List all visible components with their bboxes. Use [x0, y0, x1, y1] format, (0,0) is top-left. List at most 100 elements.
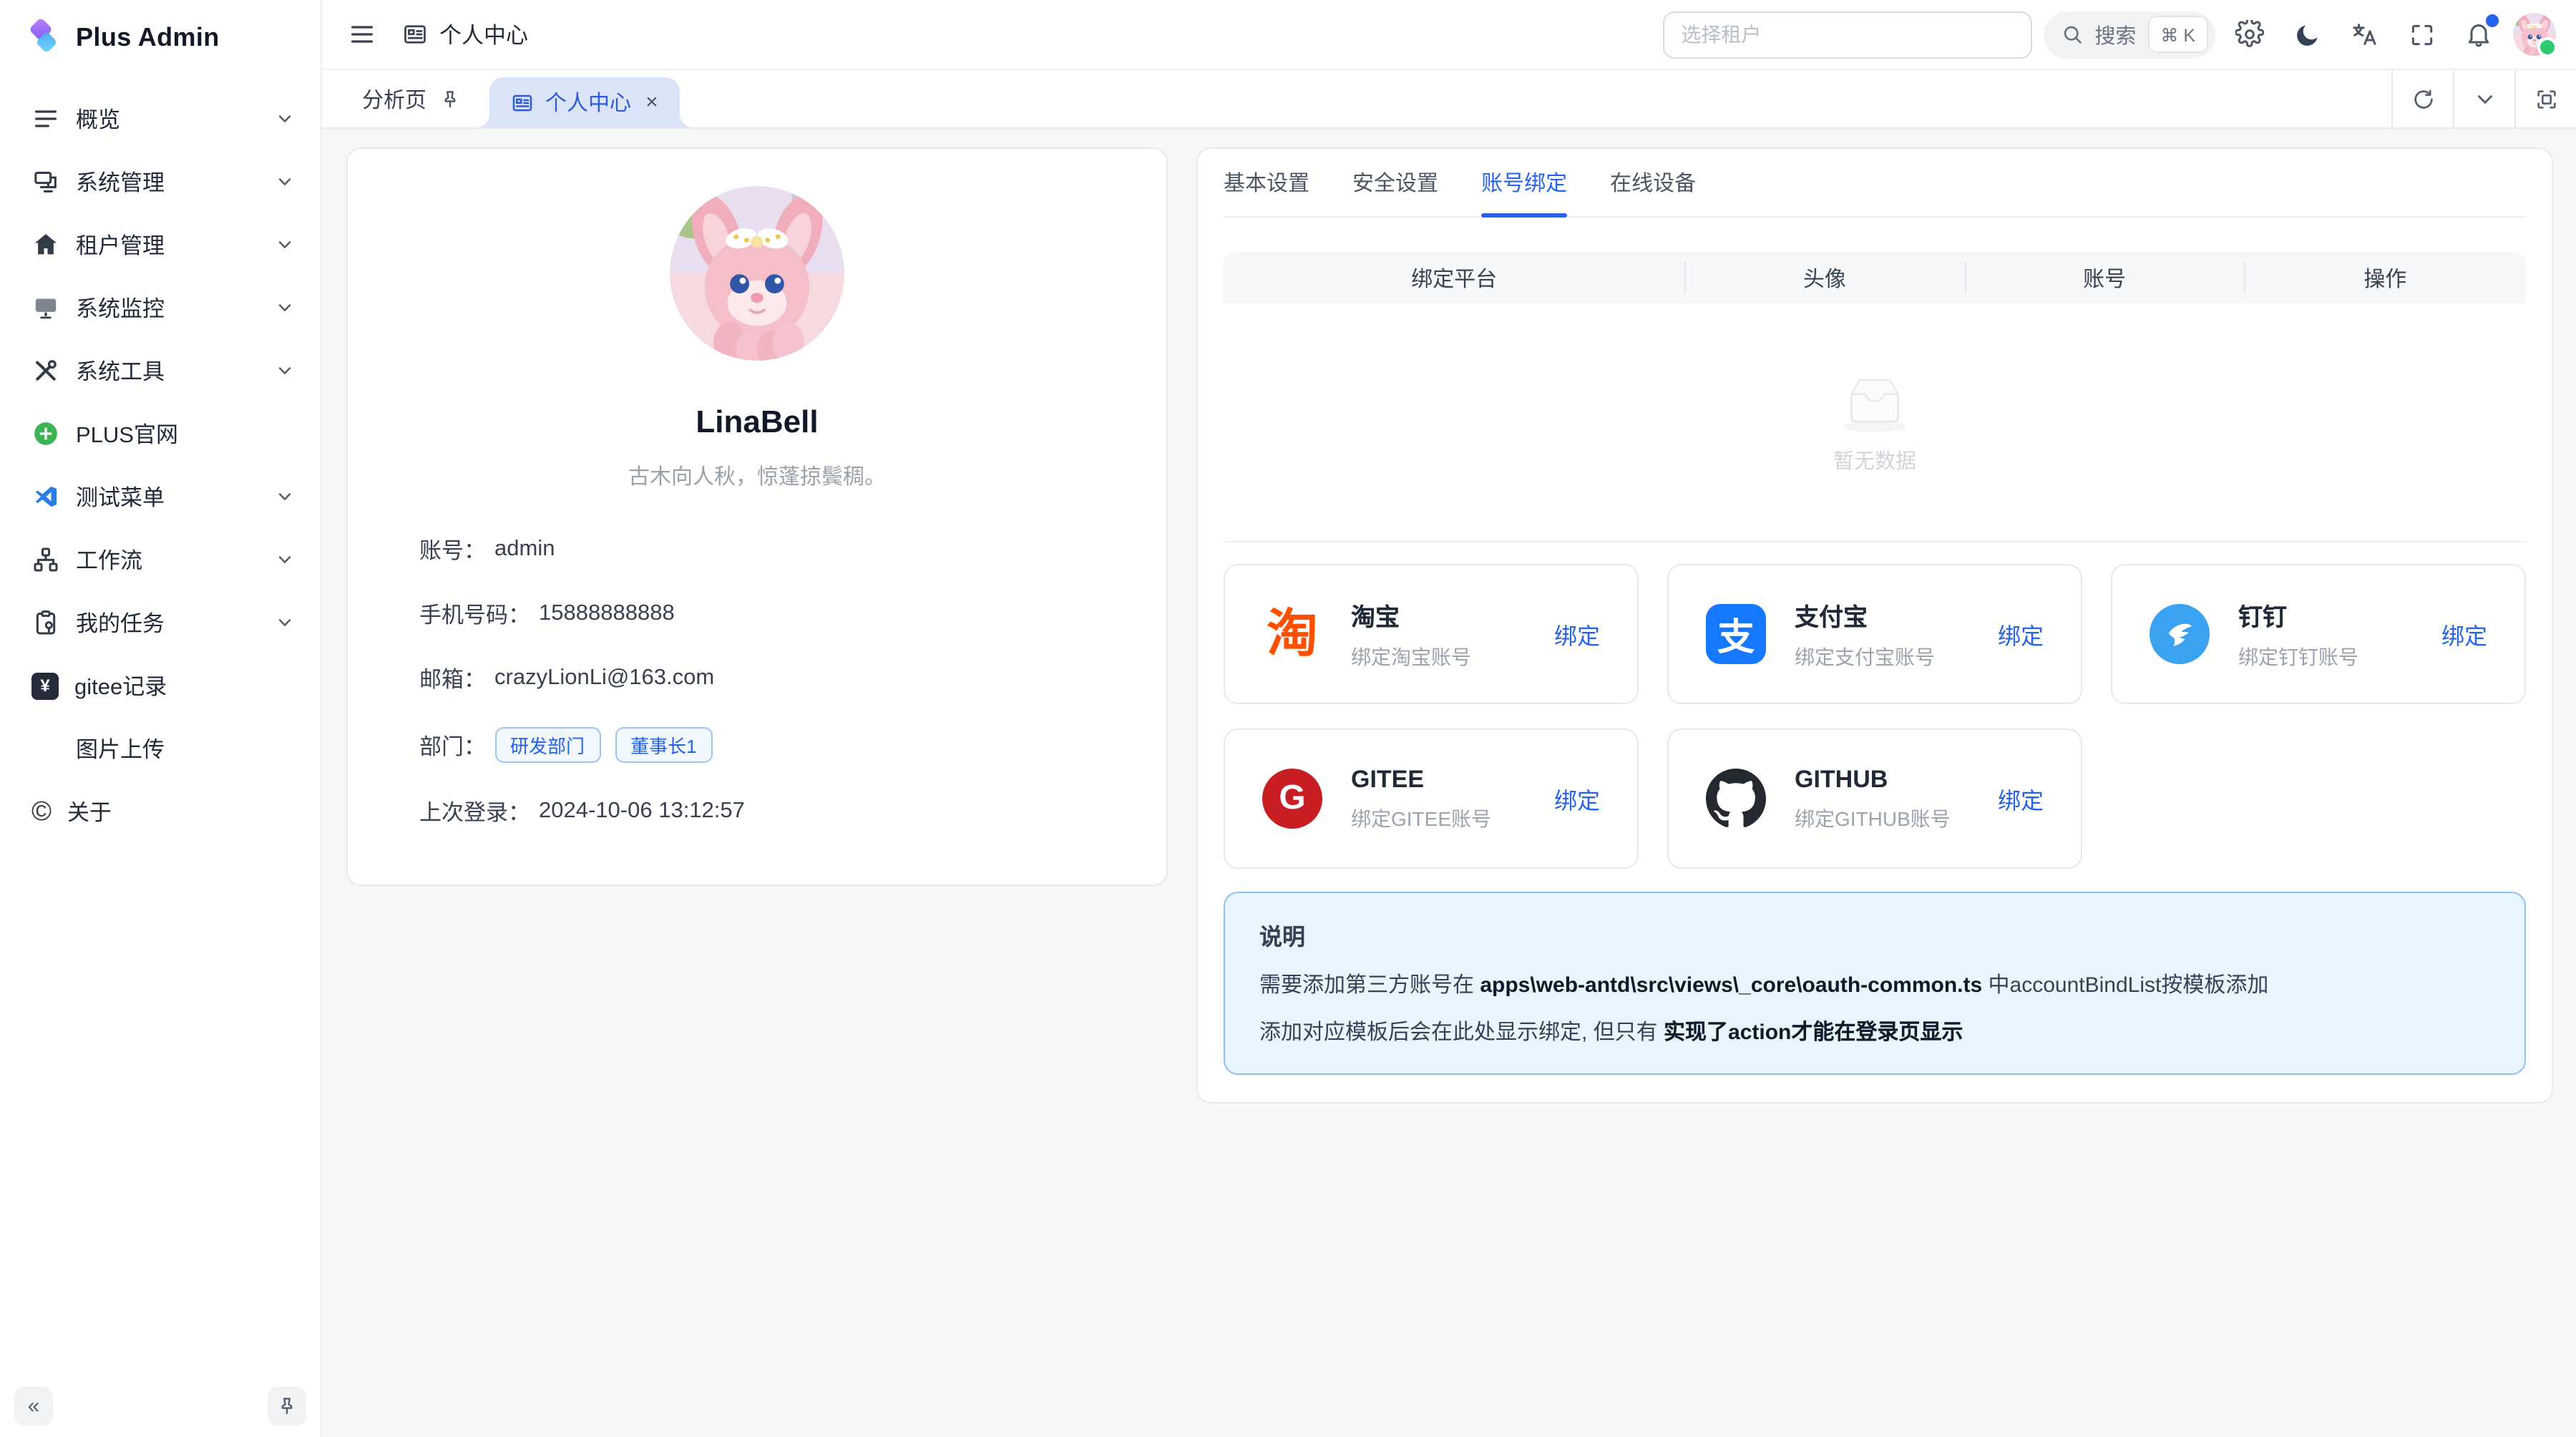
tabs-menu-button[interactable] — [2453, 70, 2514, 127]
sidebar-item-tenant-manage[interactable]: 租户管理 — [17, 218, 306, 272]
chevron-down-icon — [275, 613, 295, 633]
alipay-icon: 支 — [1706, 604, 1766, 664]
maximize-button[interactable] — [2514, 70, 2576, 127]
notification-badge — [2486, 14, 2499, 27]
fullscreen-button[interactable] — [2399, 11, 2444, 57]
moon-icon — [2293, 21, 2321, 48]
binding-table-header: 绑定平台 头像 账号 操作 — [1224, 252, 2526, 303]
tab-account-binding[interactable]: 账号绑定 — [1481, 149, 1567, 216]
sidebar-item-system-monitor[interactable]: 系统监控 — [17, 281, 306, 335]
system-manage-icon — [31, 167, 60, 196]
breadcrumb-label: 个人中心 — [439, 19, 528, 50]
tab-security-settings[interactable]: 安全设置 — [1352, 149, 1438, 216]
profile-motto: 古木向人秋，惊蓬掠鬓稠。 — [391, 461, 1123, 491]
dark-mode-button[interactable] — [2284, 11, 2330, 57]
search-icon — [2060, 23, 2083, 46]
sidebar-item-workflow[interactable]: 工作流 — [17, 532, 306, 587]
system-monitor-icon — [31, 293, 60, 322]
gitee-icon: G — [1262, 769, 1322, 829]
my-tasks-icon — [31, 608, 60, 637]
menu-toggle-button[interactable] — [345, 11, 379, 57]
pin-icon — [276, 1395, 298, 1417]
breadcrumb: 个人中心 — [402, 19, 528, 50]
department-badge: 研发部门 — [494, 727, 600, 763]
main-area: 个人中心 搜索 ⌘ K — [322, 0, 2576, 1437]
chevron-down-icon — [2472, 87, 2497, 111]
bind-action-link[interactable]: 绑定 — [1554, 617, 1600, 651]
sidebar-item-my-tasks[interactable]: 我的任务 — [17, 595, 306, 650]
page-tabs-bar: 分析页 个人中心 × — [322, 70, 2576, 129]
profile-card-icon — [511, 91, 534, 114]
tab-basic-settings[interactable]: 基本设置 — [1224, 149, 1309, 216]
bind-desc: 绑定支付宝账号 — [1795, 643, 1984, 671]
sidebar-item-system-manage[interactable]: 系统管理 — [17, 155, 306, 209]
online-status-dot — [2537, 37, 2557, 57]
bind-desc: 绑定GITEE账号 — [1351, 804, 1540, 832]
tab-analysis[interactable]: 分析页 — [322, 70, 469, 127]
translate-icon — [2350, 20, 2379, 49]
column-avatar: 头像 — [1684, 263, 1964, 293]
bind-card-alipay: 支 支付宝 绑定支付宝账号 绑定 — [1667, 564, 2082, 704]
profile-card-icon — [402, 21, 428, 47]
field-phone: 手机号码： 15888888888 — [419, 598, 1123, 630]
bind-title: 支付宝 — [1795, 597, 1984, 633]
sidebar-item-about[interactable]: © 关于 — [17, 784, 306, 839]
close-icon[interactable]: × — [645, 90, 658, 115]
sidebar-pin-button[interactable] — [268, 1387, 306, 1426]
app-window: Plus Admin 概览 系统管理 租户管理 — [0, 0, 2576, 1437]
logo-icon — [23, 19, 62, 57]
plus-site-icon — [31, 419, 60, 448]
binding-cards: 淘 淘宝 绑定淘宝账号 绑定 支 支付宝 绑定支付宝账号 绑定 — [1224, 564, 2526, 869]
field-last-login: 上次登录： 2024-10-06 13:12:57 — [419, 796, 1123, 827]
empty-state: 暂无数据 — [1224, 303, 2526, 541]
github-icon — [1706, 769, 1766, 829]
dingtalk-icon — [2150, 604, 2210, 664]
overview-icon — [31, 104, 60, 133]
column-platform: 绑定平台 — [1224, 263, 1684, 293]
maximize-icon — [2534, 87, 2558, 111]
search-shortcut: ⌘ K — [2147, 16, 2208, 53]
content-area: LinaBell 古木向人秋，惊蓬掠鬓稠。 账号： admin 手机号码： 15… — [322, 129, 2576, 1437]
sidebar-item-image-upload[interactable]: 图片上传 — [17, 721, 306, 776]
bind-action-link[interactable]: 绑定 — [1554, 781, 1600, 816]
app-logo: Plus Admin — [0, 0, 321, 72]
header-actions: 搜索 ⌘ K — [1662, 11, 2556, 58]
profile-card: LinaBell 古木向人秋，惊蓬掠鬓稠。 账号： admin 手机号码： 15… — [346, 147, 1168, 886]
note-line-1: 需要添加第三方账号在 apps\web-antd\src\views\_core… — [1259, 969, 2490, 999]
bind-action-link[interactable]: 绑定 — [1998, 781, 2044, 816]
sidebar-nav: 概览 系统管理 租户管理 系统监控 — [0, 72, 321, 1437]
workflow-icon — [31, 545, 60, 574]
bind-card-dingtalk: 钉钉 绑定钉钉账号 绑定 — [2111, 564, 2526, 704]
refresh-button[interactable] — [2391, 70, 2453, 127]
tenant-select-input[interactable] — [1662, 11, 2031, 58]
sidebar-item-plus-site[interactable]: PLUS官网 — [17, 406, 306, 461]
tab-profile-active[interactable]: 个人中心 × — [489, 77, 680, 127]
hamburger-icon — [348, 20, 376, 49]
sidebar: Plus Admin 概览 系统管理 租户管理 — [0, 0, 322, 1437]
profile-avatar — [670, 186, 844, 361]
field-account: 账号： admin — [419, 534, 1123, 565]
bind-card-gitee: G GITEE 绑定GITEE账号 绑定 — [1224, 729, 1639, 869]
pin-icon[interactable] — [439, 88, 461, 109]
sidebar-item-system-tools[interactable]: 系统工具 — [17, 344, 306, 398]
empty-text: 暂无数据 — [1833, 444, 1916, 474]
taobao-icon: 淘 — [1262, 604, 1322, 664]
user-avatar-button[interactable] — [2513, 13, 2556, 56]
sidebar-item-test-menu[interactable]: 测试菜单 — [17, 469, 306, 524]
chevron-down-icon — [275, 298, 295, 318]
tenant-manage-icon — [31, 230, 60, 259]
global-search-button[interactable]: 搜索 ⌘ K — [2043, 11, 2215, 58]
sidebar-collapse-button[interactable]: « — [14, 1387, 53, 1426]
sidebar-footer: « — [14, 1387, 306, 1426]
sidebar-item-overview[interactable]: 概览 — [17, 92, 306, 146]
sidebar-item-gitee-record[interactable]: ¥ gitee记录 — [17, 658, 306, 713]
bind-action-link[interactable]: 绑定 — [1998, 617, 2044, 651]
notifications-button[interactable] — [2456, 11, 2502, 57]
bind-action-link[interactable]: 绑定 — [2441, 617, 2487, 651]
tab-online-devices[interactable]: 在线设备 — [1610, 149, 1696, 216]
language-button[interactable] — [2341, 11, 2387, 57]
settings-button[interactable] — [2227, 11, 2273, 57]
chevron-down-icon — [275, 172, 295, 192]
note-title: 说明 — [1259, 917, 2490, 952]
about-icon: © — [31, 798, 52, 825]
